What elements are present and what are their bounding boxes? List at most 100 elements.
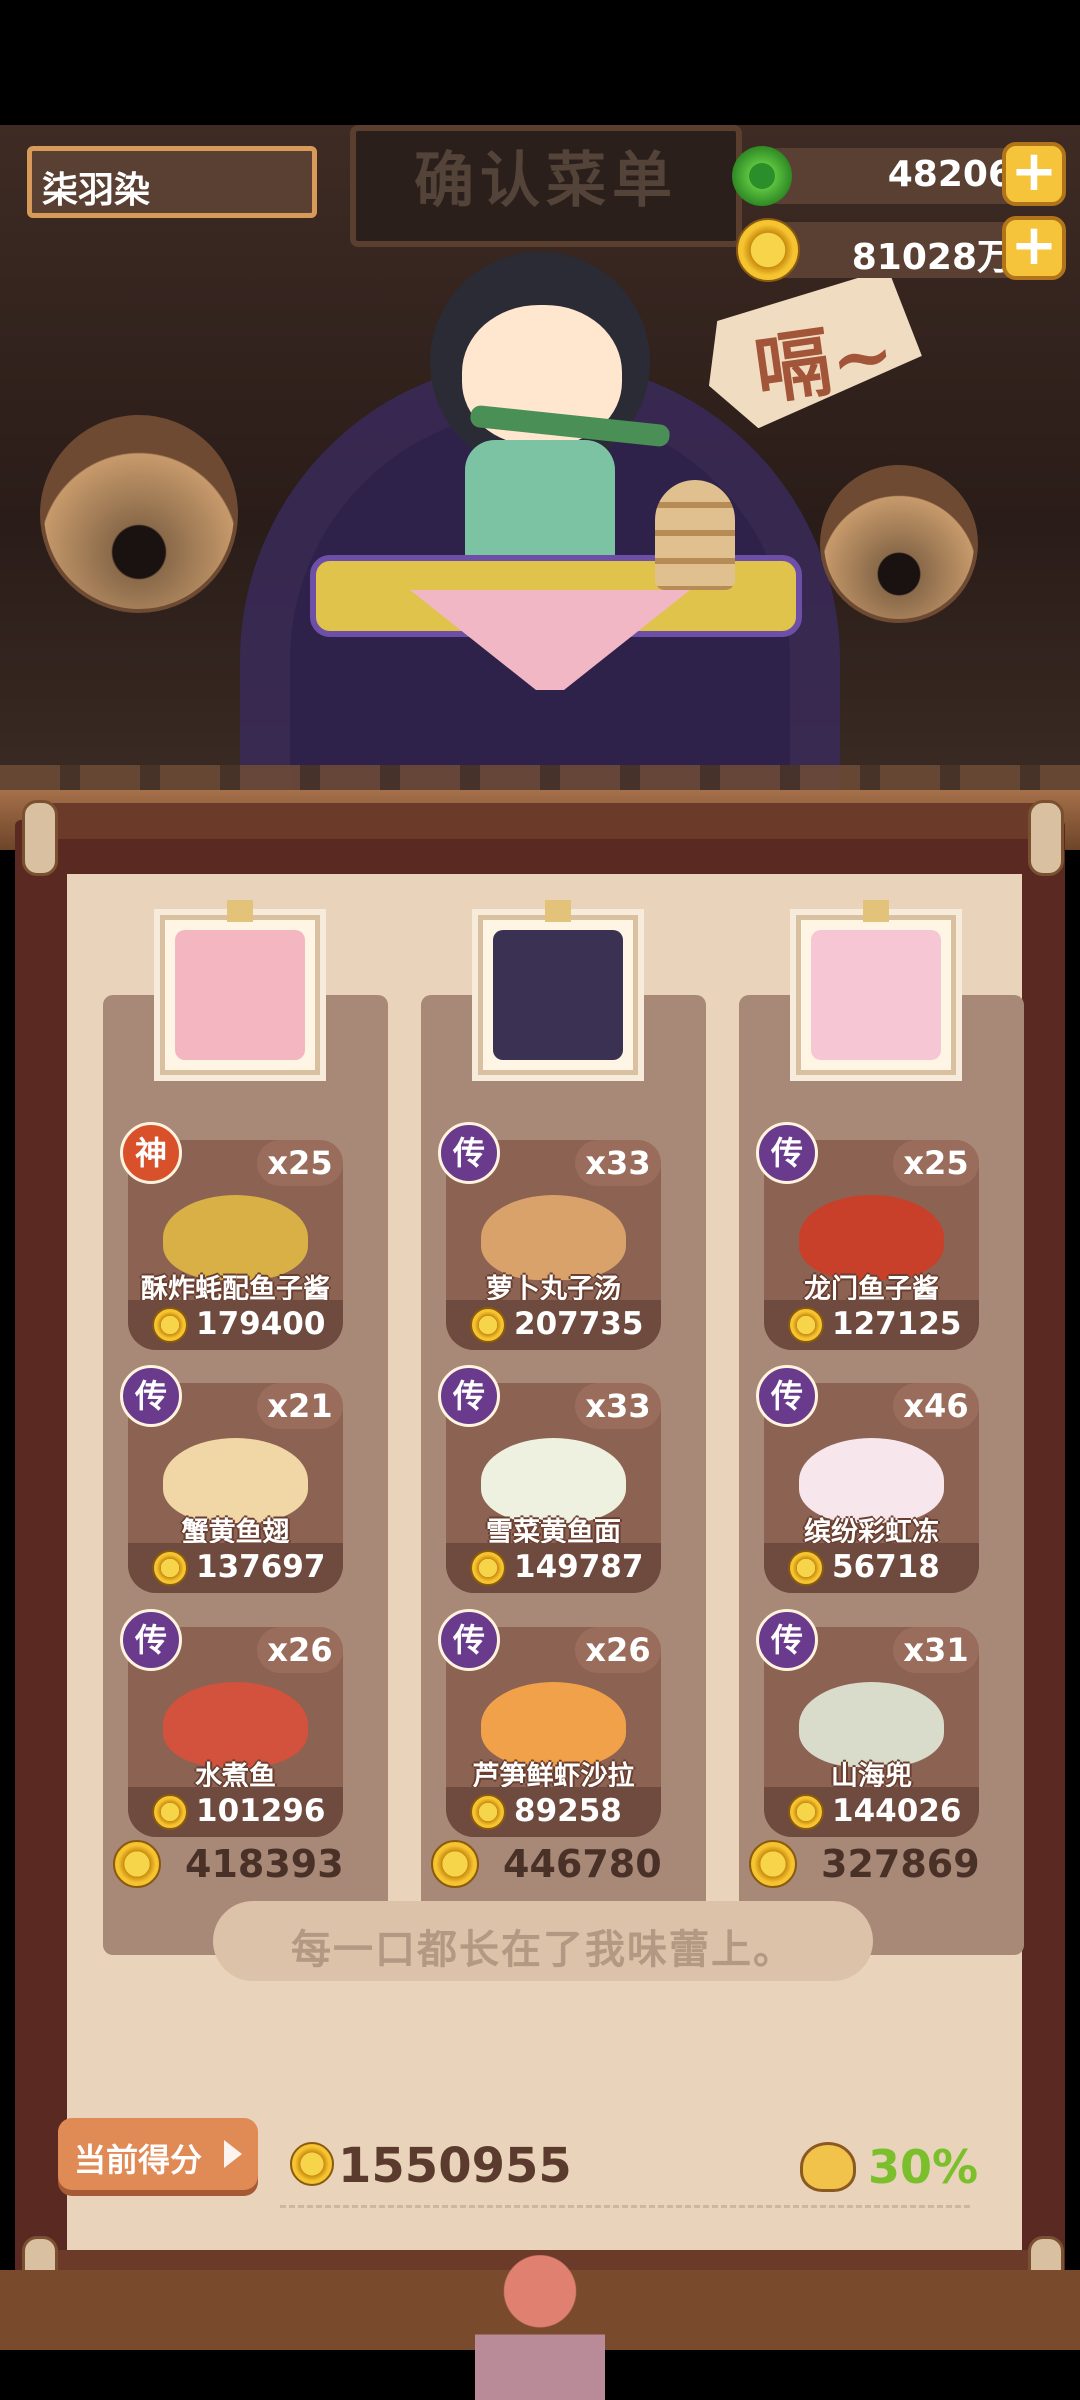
- coin-amount: 81028万: [851, 237, 1013, 278]
- wooden-fence: [0, 765, 1080, 790]
- dish-card[interactable]: 传 x26 芦笋鲜虾沙拉 89258: [438, 1609, 661, 1837]
- coin-icon: [113, 1840, 161, 1888]
- dish-card[interactable]: 传 x26 水煮鱼 101296: [120, 1609, 343, 1837]
- scroll-knob-tr: [1028, 800, 1064, 876]
- customer-comment-text: 每一口都长在了我味蕾上。: [291, 1927, 795, 1973]
- coin-icon: [749, 1840, 797, 1888]
- customer-portrait-2[interactable]: [478, 900, 638, 1075]
- knot-tassel-decoration: [475, 2255, 605, 2400]
- bun-icon: [800, 2142, 856, 2192]
- dish-quantity: x25: [893, 1140, 979, 1186]
- coin-icon: [470, 1307, 506, 1343]
- rank-badge: 传: [120, 1365, 182, 1427]
- dish-quantity: x33: [575, 1383, 661, 1429]
- dish-card[interactable]: 传 x25 龙门鱼子酱 127125: [756, 1122, 979, 1350]
- coin-icon: [152, 1794, 188, 1830]
- rank-badge: 传: [120, 1609, 182, 1671]
- coin-icon: [431, 1840, 479, 1888]
- dish-price: 149787: [514, 1549, 644, 1585]
- dish-price-bar: 207735: [446, 1300, 661, 1350]
- dish-quantity: x26: [257, 1627, 343, 1673]
- column-total-3: 327869: [749, 1836, 1009, 1892]
- score-divider: [280, 2205, 970, 2208]
- dish-price: 101296: [196, 1793, 326, 1829]
- column-total-value: 418393: [185, 1842, 344, 1886]
- dish-card[interactable]: 传 x21 蟹黄鱼翅 137697: [120, 1365, 343, 1593]
- coin-icon: [470, 1794, 506, 1830]
- dish-price: 144026: [832, 1793, 962, 1829]
- column-total-1: 418393: [113, 1836, 373, 1892]
- portrait-face-1: [175, 930, 305, 1060]
- jade-amount: 48206: [887, 154, 1013, 195]
- coin-icon: [152, 1550, 188, 1586]
- dish-price-bar: 179400: [128, 1300, 343, 1350]
- bonus-percent-value: 30%: [868, 2140, 979, 2194]
- coin-icon: [736, 218, 800, 282]
- right-fan-decoration: [820, 465, 978, 623]
- dish-price-bar: 137697: [128, 1543, 343, 1593]
- total-score-value: 1550955: [338, 2138, 572, 2194]
- column-total-value: 446780: [503, 1842, 662, 1886]
- customer-comment: 每一口都长在了我味蕾上。: [213, 1901, 873, 1981]
- dish-price-bar: 144026: [764, 1787, 979, 1837]
- dish-price: 89258: [514, 1793, 622, 1829]
- coin-icon: [788, 1550, 824, 1586]
- dish-card[interactable]: 神 x25 酥炸蚝配鱼子酱 179400: [120, 1122, 343, 1350]
- rank-badge: 传: [438, 1365, 500, 1427]
- scroll-knob-tl: [22, 800, 58, 876]
- dish-quantity: x21: [257, 1383, 343, 1429]
- add-jade-button[interactable]: +: [1002, 142, 1066, 206]
- dish-quantity: x33: [575, 1140, 661, 1186]
- left-fan-decoration: [40, 415, 238, 613]
- coin-icon: [152, 1307, 188, 1343]
- dish-price: 56718: [832, 1549, 940, 1585]
- coin-icon: [788, 1794, 824, 1830]
- bonus-percent: 30%: [800, 2138, 980, 2198]
- rank-badge: 传: [756, 1122, 818, 1184]
- add-coins-plus: +: [1010, 213, 1058, 278]
- add-coins-button[interactable]: +: [1002, 216, 1066, 280]
- dish-price: 137697: [196, 1549, 326, 1585]
- dish-price: 127125: [832, 1306, 962, 1342]
- signboard-text: 确认菜单: [414, 146, 678, 216]
- menu-signboard: 确认菜单: [350, 125, 742, 247]
- dish-quantity: x31: [893, 1627, 979, 1673]
- current-score-tag: 当前得分: [58, 2118, 258, 2190]
- rank-badge: 传: [756, 1365, 818, 1427]
- dish-price: 179400: [196, 1306, 326, 1342]
- dish-card[interactable]: 传 x33 萝卜丸子汤 207735: [438, 1122, 661, 1350]
- player-name: 柒羽染: [42, 170, 151, 211]
- dish-card[interactable]: 传 x31 山海兜 144026: [756, 1609, 979, 1837]
- portrait-face-2: [493, 930, 623, 1060]
- dish-price-bar: 89258: [446, 1787, 661, 1837]
- dish-price-bar: 56718: [764, 1543, 979, 1593]
- customer-portrait-3[interactable]: [796, 900, 956, 1075]
- jade-resource-bar: 48206: [752, 148, 1037, 204]
- stacked-bowls: [655, 480, 735, 590]
- column-total-value: 327869: [821, 1842, 980, 1886]
- dish-price-bar: 127125: [764, 1300, 979, 1350]
- dish-quantity: x25: [257, 1140, 343, 1186]
- dish-card[interactable]: 传 x46 缤纷彩虹冻 56718: [756, 1365, 979, 1593]
- arrow-right-icon: [224, 2140, 242, 2168]
- dish-price-bar: 149787: [446, 1543, 661, 1593]
- customer-portrait-1[interactable]: [160, 900, 320, 1075]
- coin-icon: [290, 2142, 334, 2186]
- dish-price: 207735: [514, 1306, 644, 1342]
- rank-badge: 神: [120, 1122, 182, 1184]
- rank-badge: 传: [756, 1609, 818, 1671]
- rank-badge: 传: [438, 1122, 500, 1184]
- scroll-top-rod: [28, 803, 1052, 839]
- coin-icon: [788, 1307, 824, 1343]
- coin-icon: [470, 1550, 506, 1586]
- dish-quantity: x26: [575, 1627, 661, 1673]
- column-total-2: 446780: [431, 1836, 691, 1892]
- portrait-face-3: [811, 930, 941, 1060]
- jade-icon: [732, 146, 792, 206]
- add-jade-plus: +: [1010, 139, 1058, 204]
- dish-card[interactable]: 传 x33 雪菜黄鱼面 149787: [438, 1365, 661, 1593]
- dish-quantity: x46: [893, 1383, 979, 1429]
- dish-price-bar: 101296: [128, 1787, 343, 1837]
- current-score-label: 当前得分: [74, 2141, 203, 2179]
- player-name-box[interactable]: 柒羽染: [27, 146, 317, 218]
